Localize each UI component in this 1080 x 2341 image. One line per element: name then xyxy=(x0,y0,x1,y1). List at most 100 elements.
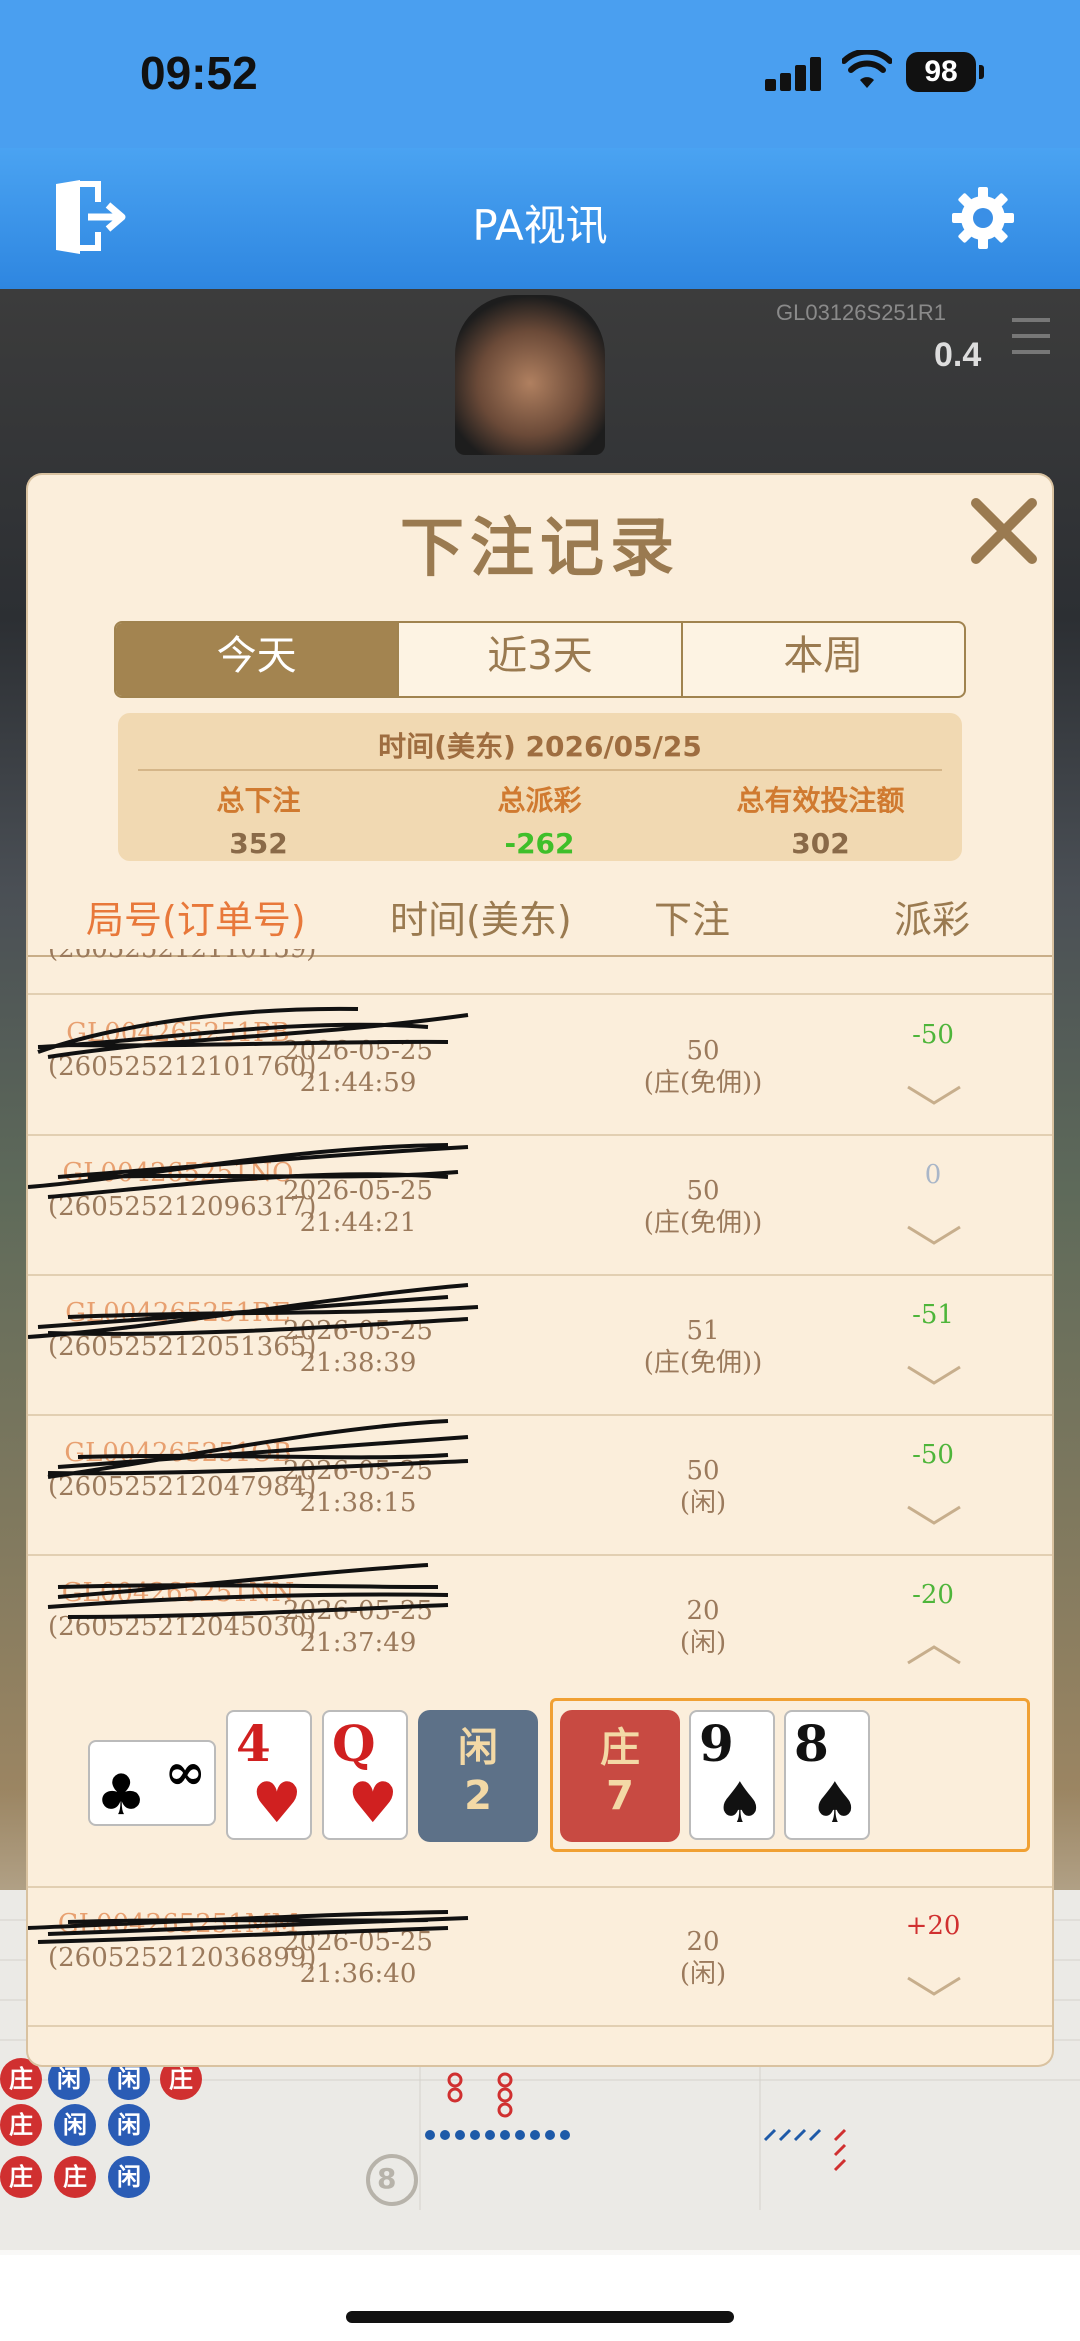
payout-value: +20 xyxy=(905,1911,961,1941)
battery-icon: 98 xyxy=(906,52,984,92)
table-row-partial[interactable]: (260525212110159) xyxy=(28,949,1052,995)
app-title: PA视讯 xyxy=(472,201,608,250)
bet-type: (庄(免佣)) xyxy=(643,1208,763,1238)
player-card-2: 4 ♥ xyxy=(226,1710,312,1840)
chevron-down-icon[interactable] xyxy=(904,1359,964,1389)
chevron-up-icon[interactable] xyxy=(904,1639,964,1669)
close-icon[interactable] xyxy=(966,493,1042,569)
home-indicator-area xyxy=(0,2255,1080,2341)
header-time: 时间(美东) xyxy=(390,898,572,942)
redaction-scribble xyxy=(28,1283,479,1339)
card-suit: ♣ xyxy=(96,1762,147,1828)
bet-type: (庄(免佣)) xyxy=(643,1068,763,1098)
valid-bet: 总有效投注额 302 xyxy=(680,779,961,860)
payout-value: 0 xyxy=(924,1160,942,1190)
round-result-detail: ∞ ♣ 4 ♥ Q ♥ 闲 2 庄 7 9 ♠ 8 ♠ xyxy=(28,1696,1052,1888)
bet-amount: 50 xyxy=(686,1456,720,1486)
bead-banker: 庄 xyxy=(0,2156,42,2198)
table-row-expanded[interactable]: GL004265251NN (260525212045030) 2026-05-… xyxy=(28,1557,1052,1696)
bead-player: 闲 xyxy=(108,2104,150,2146)
date-tabs: 今天 近3天 本周 xyxy=(114,621,966,698)
redaction-scribble xyxy=(28,1910,469,1944)
player-result: 闲 2 xyxy=(418,1710,538,1842)
bet-type: (庄(免佣)) xyxy=(643,1348,763,1378)
table-row[interactable]: GL004265251MM (260525212036899) 2026-05-… xyxy=(28,1888,1052,2027)
status-bar: 09:52 98 xyxy=(0,0,1080,148)
redaction-scribble xyxy=(28,1143,469,1199)
total-payout-value: -262 xyxy=(504,827,575,860)
status-time: 09:52 xyxy=(140,47,258,99)
redaction-scribble xyxy=(47,1419,469,1479)
tab-last-3-days[interactable]: 近3天 xyxy=(397,623,680,696)
table-code: GL03126S251R1 xyxy=(776,300,947,325)
chevron-down-icon[interactable] xyxy=(904,1499,964,1529)
table-row[interactable]: GL004265251PB (260525212101760) 2026-05-… xyxy=(28,997,1052,1136)
total-bet: 总下注 352 xyxy=(118,779,399,860)
card-rank: 4 xyxy=(236,1714,271,1773)
total-payout: 总派彩 -262 xyxy=(399,779,680,860)
card-suit: ♥ xyxy=(347,1770,398,1836)
dealer-video xyxy=(455,295,605,455)
gear-icon[interactable] xyxy=(950,185,1016,251)
bet-amount: 20 xyxy=(686,1927,720,1957)
tab-today[interactable]: 今天 xyxy=(116,623,398,696)
bet-record-modal: 下注记录 今天 近3天 本周 时间(美东) 2026/05/25 总下注 352… xyxy=(28,475,1052,2065)
road-badge: 8 xyxy=(377,2162,397,2195)
menu-icon[interactable] xyxy=(1012,318,1050,354)
bead-banker: 庄 xyxy=(54,2156,96,2198)
signal-icon xyxy=(765,55,823,91)
home-indicator[interactable] xyxy=(346,2311,734,2323)
player-card-1: ∞ ♣ xyxy=(88,1740,216,1828)
total-bet-value: 352 xyxy=(229,827,288,860)
bead-player: 闲 xyxy=(54,2104,96,2146)
chevron-down-icon[interactable] xyxy=(904,1970,964,2000)
order-number: (260525212110159) xyxy=(48,949,317,964)
total-bet-label: 总下注 xyxy=(216,784,301,817)
header-payout: 派彩 xyxy=(894,898,971,942)
chevron-down-icon[interactable] xyxy=(904,1219,964,1249)
app-bar: PA视讯 xyxy=(0,148,1080,289)
valid-bet-value: 302 xyxy=(791,827,850,860)
card-rank: Q xyxy=(332,1714,376,1773)
payout-value: -51 xyxy=(912,1300,954,1330)
total-payout-label: 总派彩 xyxy=(497,784,582,817)
table-header: 局号(订单号) 时间(美东) 下注 派彩 xyxy=(28,883,1052,957)
redaction-scribble xyxy=(37,1006,469,1059)
redaction-scribble xyxy=(47,1563,449,1619)
card-suit: ♥ xyxy=(251,1770,302,1836)
modal-title: 下注记录 xyxy=(400,512,680,586)
bead-player: 闲 xyxy=(108,2156,150,2198)
card-rank: 9 xyxy=(699,1714,734,1773)
exit-icon[interactable] xyxy=(52,178,134,256)
chevron-down-icon[interactable] xyxy=(904,1079,964,1109)
player-points: 2 xyxy=(464,1773,492,1819)
card-suit: ♠ xyxy=(809,1770,860,1836)
summary-divider xyxy=(138,769,942,771)
bet-amount: 20 xyxy=(686,1596,720,1626)
banker-result: 庄 7 xyxy=(560,1710,680,1842)
bead-banker: 庄 xyxy=(0,2058,42,2100)
table-row[interactable]: GL004265251RE (260525212051365) 2026-05-… xyxy=(28,1277,1052,1416)
banker-card-2: 8 ♠ xyxy=(784,1710,870,1840)
payout-value: -50 xyxy=(912,1020,954,1050)
table-row[interactable]: GL004265251NO (260525212096317) 2026-05-… xyxy=(28,1137,1052,1276)
banker-card-1: 9 ♠ xyxy=(689,1710,775,1840)
bet-type: (闲) xyxy=(679,1628,727,1658)
bet-amount: 50 xyxy=(686,1176,720,1206)
bead-banker: 庄 xyxy=(0,2104,42,2146)
wifi-icon xyxy=(842,50,892,88)
summary-date: 时间(美东) 2026/05/25 xyxy=(378,730,702,763)
table-row[interactable]: GL004265251OB (260525212047984) 2026-05-… xyxy=(28,1417,1052,1556)
bet-type: (闲) xyxy=(679,1959,727,1989)
bet-amount: 50 xyxy=(686,1036,720,1066)
player-card-3: Q ♥ xyxy=(322,1710,408,1840)
banker-points: 7 xyxy=(606,1773,634,1819)
summary-panel: 时间(美东) 2026/05/25 总下注 352 总派彩 -262 总有效投注… xyxy=(118,713,962,861)
bet-type: (闲) xyxy=(679,1488,727,1518)
tab-this-week[interactable]: 本周 xyxy=(680,623,964,696)
valid-bet-label: 总有效投注额 xyxy=(736,784,905,817)
payout-value: -50 xyxy=(912,1440,954,1470)
player-label: 闲 xyxy=(458,1725,498,1771)
banker-label: 庄 xyxy=(600,1725,640,1771)
odds-value: 0.4 xyxy=(934,336,982,374)
